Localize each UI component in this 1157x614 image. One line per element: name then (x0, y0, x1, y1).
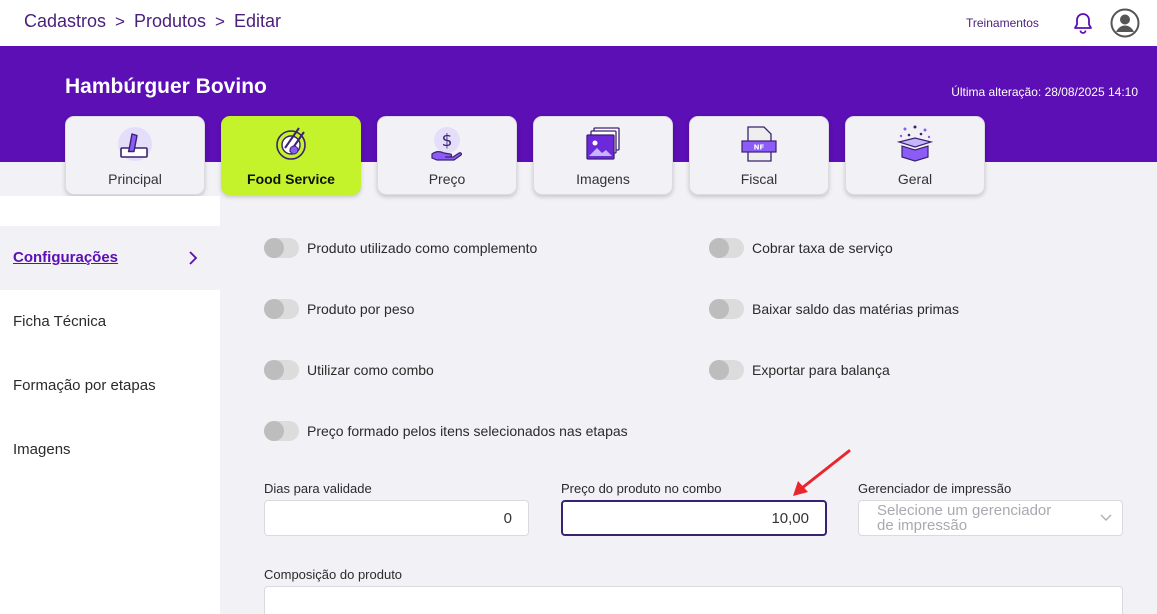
last-change: Última alteração: 28/08/2025 14:10 (951, 85, 1138, 99)
svg-text:$: $ (442, 131, 453, 151)
toggle-materias-primas[interactable] (709, 299, 744, 319)
tab-fiscal[interactable]: NF Fiscal (689, 116, 829, 195)
impressao-select[interactable]: Selecione um gerenciador de impressão (858, 500, 1123, 536)
composicao-textarea[interactable] (264, 586, 1123, 614)
breadcrumb: Cadastros > Produtos > Editar (24, 11, 281, 32)
product-title: Hambúrguer Bovino (65, 75, 267, 98)
toggle-label: Preço formado pelos itens selecionados n… (307, 423, 628, 439)
svg-text:NF: NF (754, 144, 765, 152)
toggle-label: Baixar saldo das matérias primas (752, 301, 959, 317)
toggle-label: Exportar para balança (752, 362, 890, 378)
side-item-label: Imagens (13, 441, 71, 458)
breadcrumb-produtos[interactable]: Produtos (134, 11, 206, 32)
tab-label: Preço (428, 171, 466, 187)
breadcrumb-separator: > (115, 11, 125, 31)
tab-geral[interactable]: Geral (845, 116, 985, 195)
validade-label: Dias para validade (264, 481, 372, 496)
toggle-taxa-servico[interactable] (709, 238, 744, 258)
toggle-combo[interactable] (264, 360, 299, 380)
preco-combo-input[interactable] (561, 500, 827, 536)
toggle-row-balanca: Exportar para balança (709, 359, 890, 381)
tab-label: Imagens (576, 171, 630, 187)
breadcrumb-editar: Editar (233, 11, 281, 31)
toggle-label: Cobrar taxa de serviço (752, 240, 893, 256)
tab-label: Principal (108, 171, 162, 187)
dish-cutlery-icon (276, 127, 306, 160)
tab-label: Fiscal (740, 171, 778, 187)
side-item-label: Configurações (13, 249, 119, 266)
composicao-label: Composição do produto (264, 567, 403, 582)
last-change-value: 28/08/2025 14:10 (1044, 85, 1138, 99)
validade-input[interactable] (264, 500, 529, 536)
tab-principal[interactable]: Principal (65, 116, 205, 195)
side-item-label: Formação por etapas (13, 377, 156, 394)
toggle-label: Utilizar como combo (307, 362, 434, 378)
chevron-right-icon (189, 251, 198, 265)
toggle-balanca[interactable] (709, 360, 744, 380)
open-box-icon (896, 125, 934, 162)
tab-preco[interactable]: $ Preço (377, 116, 517, 195)
impressao-placeholder: Selecione um gerenciador de impressão (877, 502, 1052, 534)
tab-imagens[interactable]: Imagens (533, 116, 673, 195)
training-link[interactable]: Treinamentos (966, 16, 1039, 30)
toggle-row-materias-primas: Baixar saldo das matérias primas (709, 298, 959, 320)
toggle-peso[interactable] (264, 299, 299, 319)
toggle-label: Produto utilizado como complemento (307, 240, 538, 256)
side-item-ficha-tecnica[interactable]: Ficha Técnica (0, 290, 220, 354)
images-icon (586, 127, 620, 160)
side-item-label: Ficha Técnica (13, 313, 107, 330)
side-item-configuracoes[interactable]: Configurações (0, 226, 220, 290)
toggle-row-taxa-servico: Cobrar taxa de serviço (709, 237, 893, 259)
top-bar: Cadastros > Produtos > Editar Treinament… (0, 0, 1157, 46)
toggle-row-combo: Utilizar como combo (264, 359, 434, 381)
dollar-hand-icon: $ (431, 127, 462, 161)
toggle-row-peso: Produto por peso (264, 298, 414, 320)
breadcrumb-separator: > (215, 11, 225, 31)
side-item-imagens[interactable]: Imagens (0, 418, 220, 482)
toggle-preco-etapas[interactable] (264, 421, 299, 441)
toggle-complemento[interactable] (264, 238, 299, 258)
impressao-label: Gerenciador de impressão (858, 481, 1012, 496)
toggle-label: Produto por peso (307, 301, 415, 317)
pencil-edit-icon (118, 127, 152, 161)
preco-combo-label: Preço do produto no combo (561, 481, 722, 496)
nf-document-icon: NF (741, 126, 777, 162)
side-item-formacao-etapas[interactable]: Formação por etapas (0, 354, 220, 418)
chevron-down-icon (1100, 514, 1112, 521)
breadcrumb-cadastros[interactable]: Cadastros (24, 11, 106, 32)
bell-icon[interactable] (1071, 11, 1095, 35)
tab-food-service[interactable]: Food Service (221, 116, 361, 195)
tab-label: Food Service (247, 171, 335, 187)
side-menu: Configurações Ficha Técnica Formação por… (0, 196, 220, 614)
toggle-row-complemento: Produto utilizado como complemento (264, 237, 537, 259)
toggle-row-preco-etapas: Preço formado pelos itens selecionados n… (264, 420, 628, 442)
last-change-label: Última alteração: (951, 85, 1042, 99)
tab-label: Geral (897, 171, 933, 187)
user-avatar-icon[interactable] (1110, 8, 1140, 38)
